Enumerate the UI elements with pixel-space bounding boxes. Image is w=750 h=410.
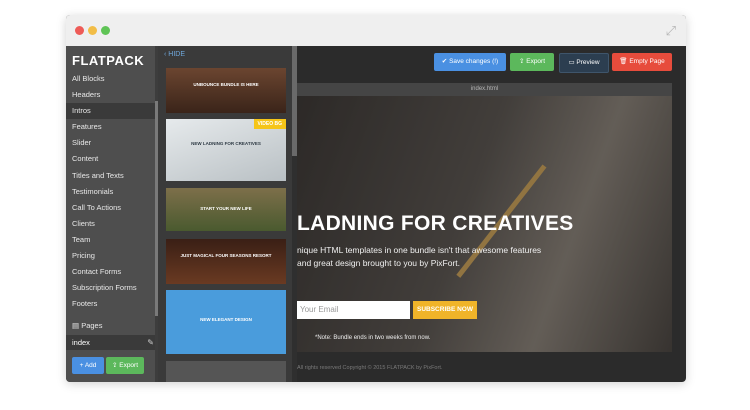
pages-label: Pages bbox=[81, 321, 103, 330]
chevron-left-icon: ‹ bbox=[164, 51, 167, 58]
bundle-note: *Note: Bundle ends in two weeks from now… bbox=[315, 335, 431, 341]
sidebar-item-intros[interactable]: Intros bbox=[66, 103, 158, 120]
pages-icon: ▤ bbox=[72, 321, 80, 330]
sidebar-item-clients[interactable]: Clients bbox=[66, 216, 158, 232]
hide-panel-link[interactable]: ‹ HIDE bbox=[164, 51, 185, 58]
empty-page-button[interactable]: 🗑 Empty Page bbox=[612, 53, 672, 71]
sidebar-item-pricing[interactable]: Pricing bbox=[66, 248, 158, 264]
edit-icon[interactable]: ✎ bbox=[147, 335, 154, 350]
trash-icon: 🗑 bbox=[619, 58, 628, 65]
brand-logo: FLATPACK bbox=[72, 53, 145, 68]
thumbnail-caption: NEW LADNING FOR CREATIVES bbox=[191, 141, 261, 146]
pages-heading: ▤ Pages bbox=[72, 321, 102, 330]
video-bg-badge: VIDEO BG bbox=[253, 119, 286, 129]
block-thumbnail[interactable]: VIDEO BG NEW LADNING FOR CREATIVES bbox=[166, 119, 286, 181]
hero-text: nique HTML templates in one bundle isn't… bbox=[297, 245, 542, 268]
minimize-dot[interactable] bbox=[88, 26, 97, 35]
sidebar-item-team[interactable]: Team bbox=[66, 232, 158, 248]
export-pages-button[interactable]: ⇪ Export bbox=[106, 357, 144, 374]
close-dot[interactable] bbox=[75, 26, 84, 35]
expand-icon[interactable]: ⤢ bbox=[666, 23, 676, 39]
thumbnail-caption: NEW ELEGANT DESIGN bbox=[200, 317, 252, 322]
export-icon: ⇪ bbox=[111, 362, 118, 369]
page-item-index[interactable]: index ✎ bbox=[66, 335, 158, 350]
sidebar-item-all-blocks[interactable]: All Blocks bbox=[66, 71, 158, 87]
sidebar-item-titles[interactable]: Titles and Texts bbox=[66, 168, 158, 184]
block-thumbnail[interactable]: JUST MAGICAL FOUR SEASONS RESORT bbox=[166, 239, 286, 284]
export-button[interactable]: ⇪ Export bbox=[510, 53, 554, 71]
file-tab[interactable]: index.html bbox=[297, 83, 672, 96]
page-name: index bbox=[72, 338, 90, 347]
add-page-button[interactable]: + Add bbox=[72, 357, 104, 374]
sidebar-item-footers[interactable]: Footers bbox=[66, 296, 158, 312]
block-thumbnail[interactable]: UNBOUNCE BUNDLE IS HERE bbox=[166, 68, 286, 113]
sidebar-item-contact-forms[interactable]: Contact Forms bbox=[66, 264, 158, 280]
sidebar-item-cta[interactable]: Call To Actions bbox=[66, 200, 158, 216]
sidebar: FLATPACK All Blocks Headers Intros Featu… bbox=[66, 46, 158, 382]
window-icon: ▭ bbox=[568, 59, 575, 66]
export-pages-label: Export bbox=[119, 362, 139, 369]
plus-icon: + bbox=[79, 362, 84, 369]
maximize-dot[interactable] bbox=[101, 26, 110, 35]
sidebar-item-testimonials[interactable]: Testimonials bbox=[66, 184, 158, 200]
subscribe-button[interactable]: SUBSCRIBE NOW bbox=[413, 301, 477, 319]
hero-title: LADNING FOR CREATIVES bbox=[297, 212, 574, 235]
export-label: Export bbox=[526, 58, 546, 65]
block-thumbnail[interactable] bbox=[166, 361, 286, 382]
email-input[interactable]: Your Email bbox=[297, 301, 410, 319]
save-changes-button[interactable]: ✔ Save changes (!) bbox=[434, 53, 506, 71]
page-footer-text: All rights reserved Copyright © 2015 FLA… bbox=[297, 365, 443, 371]
title-bar: ⤢ bbox=[66, 15, 686, 46]
add-page-label: Add bbox=[84, 362, 97, 369]
sidebar-item-content[interactable]: Content bbox=[66, 151, 158, 167]
preview-button[interactable]: ▭ Preview bbox=[559, 53, 609, 73]
sidebar-item-slider[interactable]: Slider bbox=[66, 135, 158, 151]
save-icon: ✔ bbox=[441, 58, 448, 65]
sidebar-nav: All Blocks Headers Intros Features Slide… bbox=[66, 71, 158, 312]
sidebar-item-headers[interactable]: Headers bbox=[66, 87, 158, 103]
hide-label: HIDE bbox=[168, 51, 186, 58]
thumbnail-caption: JUST MAGICAL FOUR SEASONS RESORT bbox=[180, 253, 272, 258]
block-thumbnail[interactable]: NEW ELEGANT DESIGN bbox=[166, 290, 286, 354]
thumbnail-caption: START YOUR NEW LIFE bbox=[200, 206, 252, 211]
app-window: ⤢ FLATPACK All Blocks Headers Intros Fea… bbox=[66, 15, 686, 382]
empty-page-label: Empty Page bbox=[629, 58, 665, 65]
export-icon: ⇪ bbox=[518, 58, 525, 65]
preview-label: Preview bbox=[576, 59, 600, 66]
block-thumbnails-panel: ‹ HIDE UNBOUNCE BUNDLE IS HERE VIDEO BG … bbox=[158, 46, 297, 382]
block-thumbnail[interactable]: START YOUR NEW LIFE bbox=[166, 188, 286, 231]
hero-section: LADNING FOR CREATIVES nique HTML templat… bbox=[297, 96, 672, 352]
save-label: Save changes (!) bbox=[449, 58, 499, 65]
sidebar-item-features[interactable]: Features bbox=[66, 119, 158, 135]
thumbnail-caption: UNBOUNCE BUNDLE IS HERE bbox=[193, 82, 259, 87]
sidebar-item-subscription-forms[interactable]: Subscription Forms bbox=[66, 280, 158, 296]
editor-toolbar: ✔ Save changes (!) ⇪ Export ▭ Preview 🗑 … bbox=[297, 46, 686, 84]
page-canvas[interactable]: index.html LADNING FOR CREATIVES nique H… bbox=[297, 83, 672, 352]
